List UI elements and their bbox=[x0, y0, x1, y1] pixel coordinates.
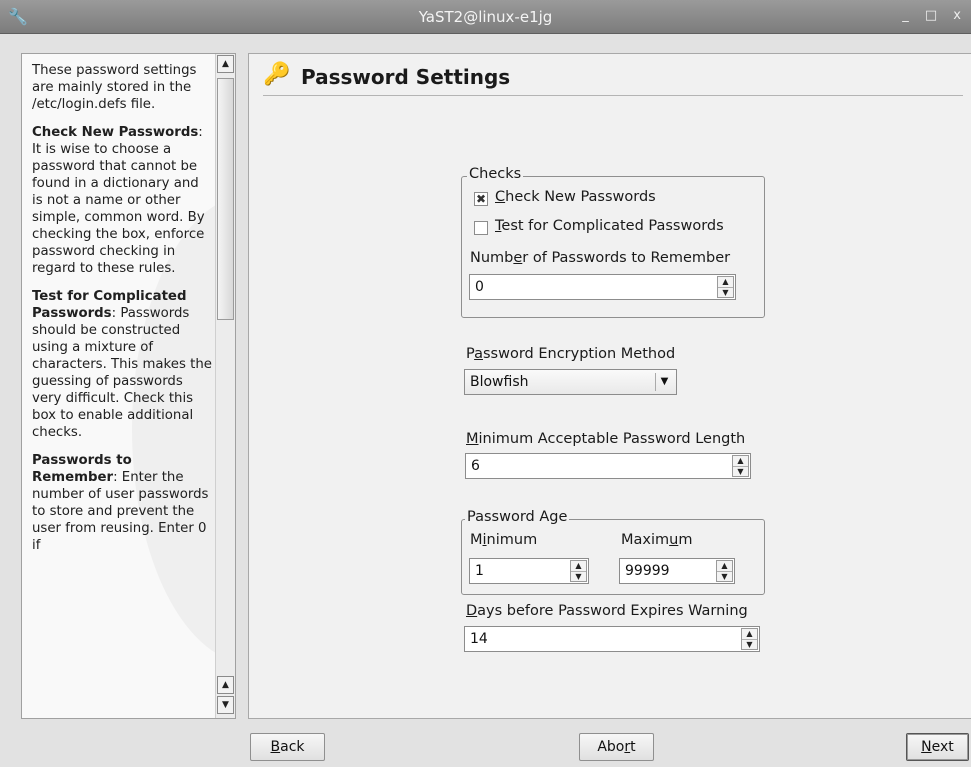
test-complicated-checkbox[interactable] bbox=[474, 221, 488, 235]
next-button[interactable]: Next bbox=[906, 733, 969, 761]
main-panel: 🔑 Password Settings Checks ✖ Check New P… bbox=[248, 53, 971, 719]
help-paragraph: Passwords to Remember: Enter the number … bbox=[32, 453, 209, 553]
chevron-down-icon[interactable]: ▼ bbox=[655, 373, 673, 391]
min-length-label: Minimum Acceptable Password Length bbox=[466, 431, 746, 447]
spin-arrows[interactable]: ▲ ▼ bbox=[570, 560, 587, 582]
help-paragraph: These password settings are mainly store… bbox=[32, 63, 197, 112]
check-new-passwords-checkbox[interactable]: ✖ bbox=[474, 192, 488, 206]
page-title: Password Settings bbox=[301, 65, 511, 89]
back-button[interactable]: Back bbox=[250, 733, 325, 761]
spin-arrows[interactable]: ▲ ▼ bbox=[732, 455, 749, 477]
checks-legend: Checks bbox=[467, 166, 524, 182]
spin-arrows[interactable]: ▲ ▼ bbox=[741, 628, 758, 650]
help-pane: These password settings are mainly store… bbox=[21, 53, 236, 719]
remember-count-spinbox[interactable]: 0 ▲ ▼ bbox=[469, 274, 736, 300]
scroll-thumb[interactable] bbox=[217, 78, 234, 320]
page-header: 🔑 Password Settings bbox=[263, 62, 963, 96]
encryption-method-label: Password Encryption Method bbox=[466, 346, 676, 362]
spin-arrows[interactable]: ▲ ▼ bbox=[717, 276, 734, 298]
spin-arrows[interactable]: ▲ ▼ bbox=[716, 560, 733, 582]
help-text: These password settings are mainly store… bbox=[32, 62, 212, 565]
age-minimum-spinbox[interactable]: 1 ▲ ▼ bbox=[469, 558, 589, 584]
age-minimum-label: Minimum bbox=[470, 532, 538, 548]
encryption-method-select[interactable]: Blowfish ▼ bbox=[464, 369, 677, 395]
check-new-passwords-label[interactable]: Check New Passwords bbox=[495, 189, 656, 205]
scroll-down-button[interactable]: ▼ bbox=[217, 696, 234, 714]
age-maximum-label: Maximum bbox=[621, 532, 693, 548]
remember-count-label: Number of Passwords to Remember bbox=[470, 250, 731, 266]
age-maximum-spinbox[interactable]: 99999 ▲ ▼ bbox=[619, 558, 735, 584]
help-scrollbar[interactable]: ▲ ▲ ▼ bbox=[215, 54, 235, 718]
abort-button[interactable]: Abort bbox=[579, 733, 654, 761]
keys-icon: 🔑 bbox=[263, 62, 291, 87]
min-length-spinbox[interactable]: 6 ▲ ▼ bbox=[465, 453, 751, 479]
expire-warning-label: Days before Password Expires Warning bbox=[466, 603, 748, 619]
window-controls[interactable]: _ □ x bbox=[902, 8, 967, 23]
help-paragraph: Test for Complicated Passwords: Password… bbox=[32, 289, 212, 440]
window-titlebar: 🔧 YaST2@linux-e1jg _ □ x bbox=[0, 0, 971, 34]
expire-warning-spinbox[interactable]: 14 ▲ ▼ bbox=[464, 626, 760, 652]
test-complicated-label[interactable]: Test for Complicated Passwords bbox=[495, 218, 724, 234]
window-title: YaST2@linux-e1jg bbox=[418, 8, 553, 26]
scroll-up-button[interactable]: ▲ bbox=[217, 55, 234, 73]
scroll-up-button[interactable]: ▲ bbox=[217, 676, 234, 694]
help-paragraph: Check New Passwords: It is wise to choos… bbox=[32, 125, 205, 276]
password-age-legend: Password Age bbox=[465, 509, 570, 525]
